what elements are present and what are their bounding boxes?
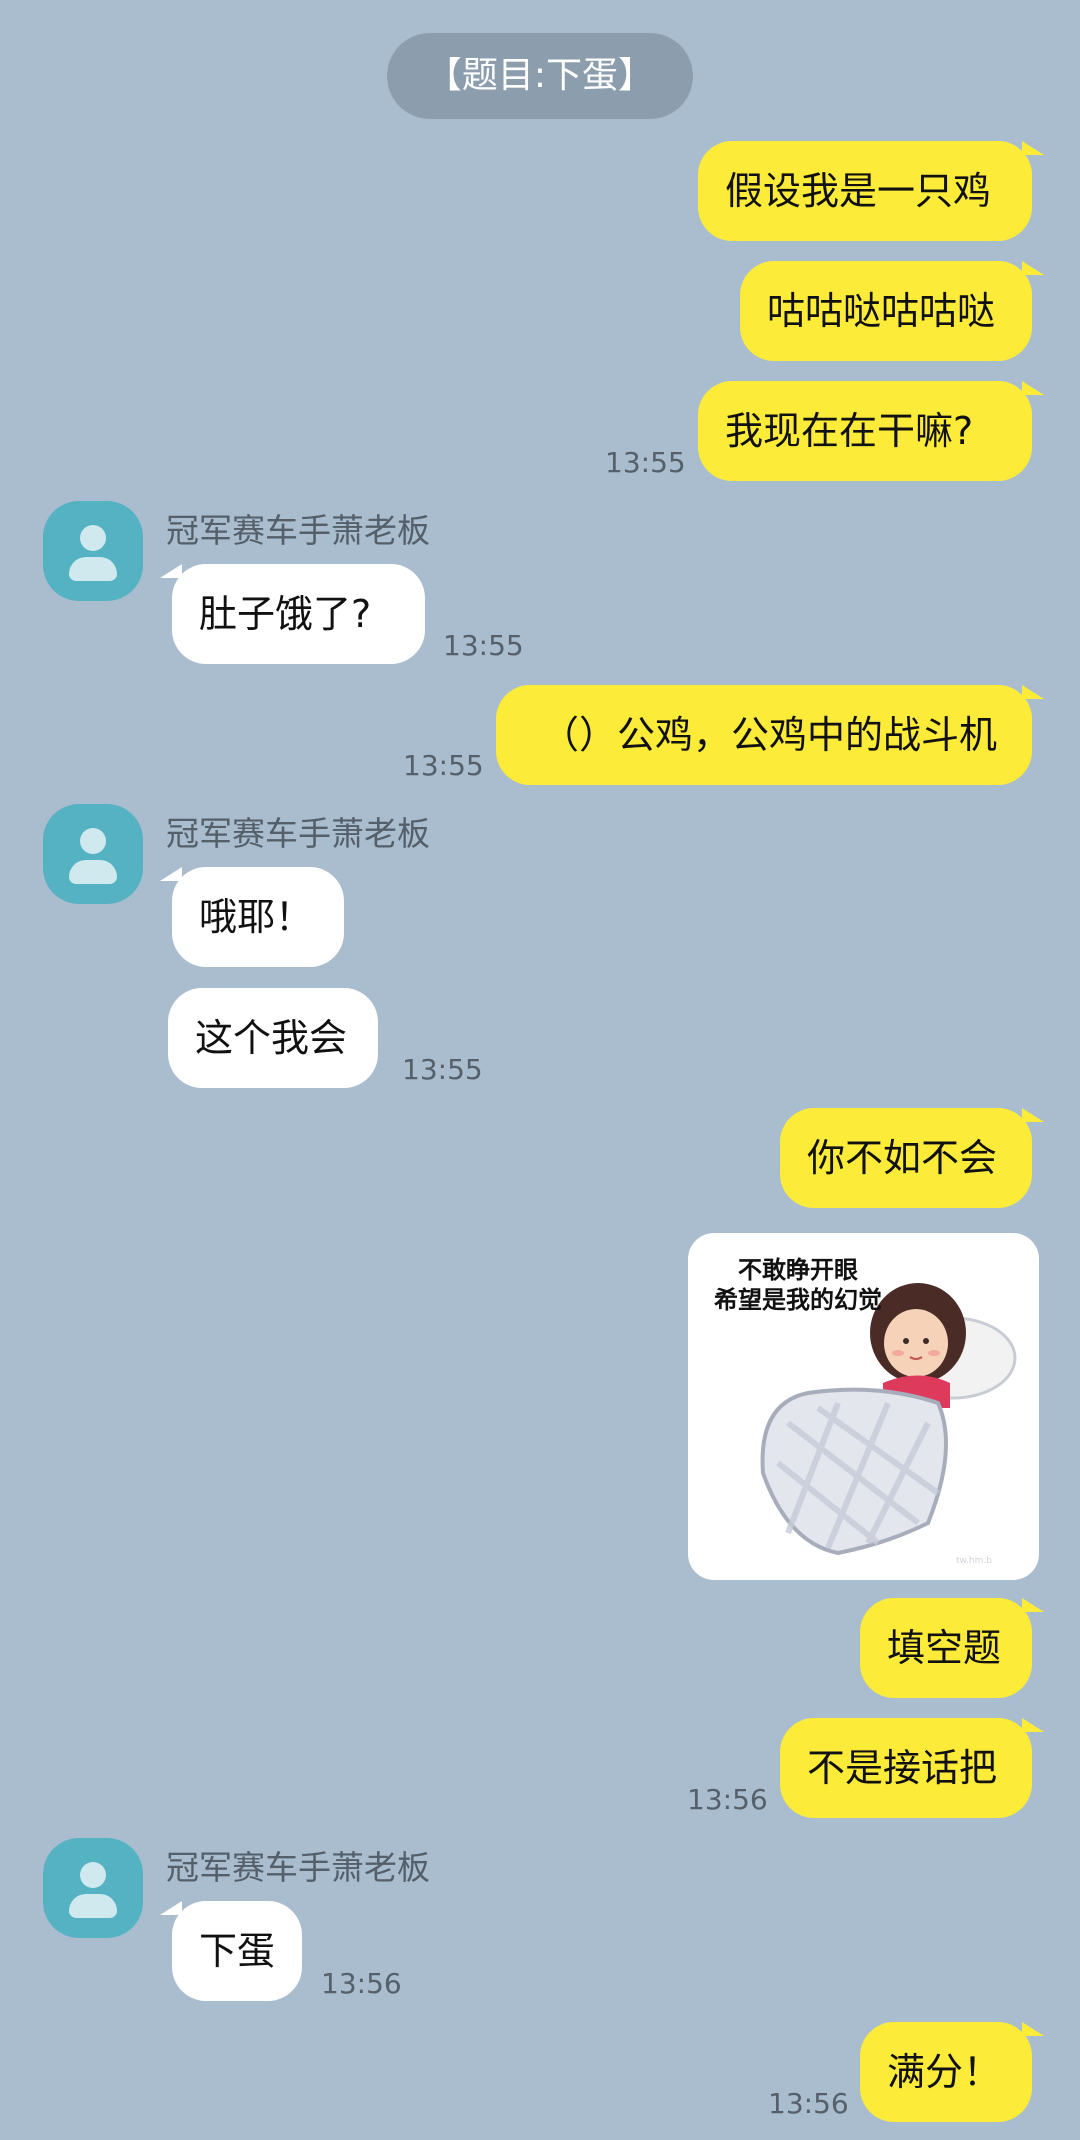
message-bubble-outgoing[interactable]: 满分！ — [860, 2022, 1044, 2122]
message-bubble-incoming[interactable]: 这个我会 — [168, 988, 378, 1088]
chat-topic-label: 【题目:下蛋】 — [387, 33, 693, 119]
message-text: 假设我是一只鸡 — [725, 169, 992, 213]
contact-avatar[interactable] — [43, 1838, 143, 1938]
sticker-caption: 不敢睁开眼 希望是我的幻觉 — [688, 1255, 908, 1315]
bubble-tail — [160, 564, 182, 578]
bubble-tail — [1022, 685, 1044, 699]
message-text: 满分！ — [887, 2050, 1002, 2094]
sender-name: 冠军赛车手萧老板 — [166, 814, 430, 853]
avatar-body-icon — [69, 1894, 117, 1918]
contact-avatar[interactable] — [43, 804, 143, 904]
message-text: 哦耶！ — [199, 895, 314, 939]
message-bubble-outgoing[interactable]: 不是接话把 — [780, 1718, 1044, 1818]
bubble-tail — [1022, 141, 1044, 155]
message-text: 我现在在干嘛? — [725, 409, 974, 453]
message-timestamp: 13:56 — [768, 2087, 849, 2120]
avatar-head-icon — [80, 1862, 106, 1888]
message-bubble-incoming[interactable]: 哦耶！ — [160, 867, 344, 967]
svg-text:tw.hm.b: tw.hm.b — [956, 1556, 992, 1566]
message-bubble-outgoing[interactable]: 你不如不会 — [780, 1108, 1044, 1208]
message-text: 不是接话把 — [807, 1746, 998, 1790]
message-bubble-incoming[interactable]: 肚子饿了? — [160, 564, 425, 664]
contact-avatar[interactable] — [43, 501, 143, 601]
message-bubble-outgoing[interactable]: （）公鸡，公鸡中的战斗机 — [496, 685, 1044, 785]
message-timestamp: 13:56 — [321, 1967, 402, 2000]
message-text: （）公鸡，公鸡中的战斗机 — [541, 713, 998, 757]
message-text: 你不如不会 — [807, 1136, 998, 1180]
message-text: 填空题 — [887, 1626, 1002, 1670]
bubble-tail — [1022, 1718, 1044, 1732]
message-text: 这个我会 — [195, 1016, 348, 1060]
sticker-caption-line: 不敢睁开眼 — [738, 1256, 858, 1284]
message-timestamp: 13:55 — [443, 629, 524, 662]
bubble-tail — [1022, 1598, 1044, 1612]
bubble-tail — [1022, 2022, 1044, 2036]
bubble-tail — [1022, 261, 1044, 275]
sender-name: 冠军赛车手萧老板 — [166, 1848, 430, 1887]
message-text: 肚子饿了? — [199, 592, 372, 636]
avatar-body-icon — [69, 557, 117, 581]
message-timestamp: 13:55 — [403, 749, 484, 782]
sticker-caption-line: 希望是我的幻觉 — [714, 1286, 882, 1314]
avatar-head-icon — [80, 525, 106, 551]
avatar-body-icon — [69, 860, 117, 884]
message-text: 咕咕哒咕咕哒 — [767, 289, 996, 333]
bubble-tail — [160, 1901, 182, 1915]
sticker-image[interactable]: tw.hm.b 不敢睁开眼 希望是我的幻觉 — [688, 1233, 1039, 1580]
bubble-tail — [160, 867, 182, 881]
message-timestamp: 13:56 — [687, 1783, 768, 1816]
sender-name: 冠军赛车手萧老板 — [166, 511, 430, 550]
bubble-tail — [1022, 381, 1044, 395]
message-timestamp: 13:55 — [605, 446, 686, 479]
message-bubble-outgoing[interactable]: 假设我是一只鸡 — [698, 141, 1044, 241]
message-bubble-outgoing[interactable]: 填空题 — [860, 1598, 1044, 1698]
avatar-head-icon — [80, 828, 106, 854]
message-bubble-outgoing[interactable]: 咕咕哒咕咕哒 — [740, 261, 1044, 361]
message-bubble-incoming[interactable]: 下蛋 — [160, 1901, 302, 2001]
message-timestamp: 13:55 — [402, 1053, 483, 1086]
message-text: 下蛋 — [199, 1929, 276, 1973]
bubble-tail — [1022, 1108, 1044, 1122]
message-bubble-outgoing[interactable]: 我现在在干嘛? — [698, 381, 1044, 481]
